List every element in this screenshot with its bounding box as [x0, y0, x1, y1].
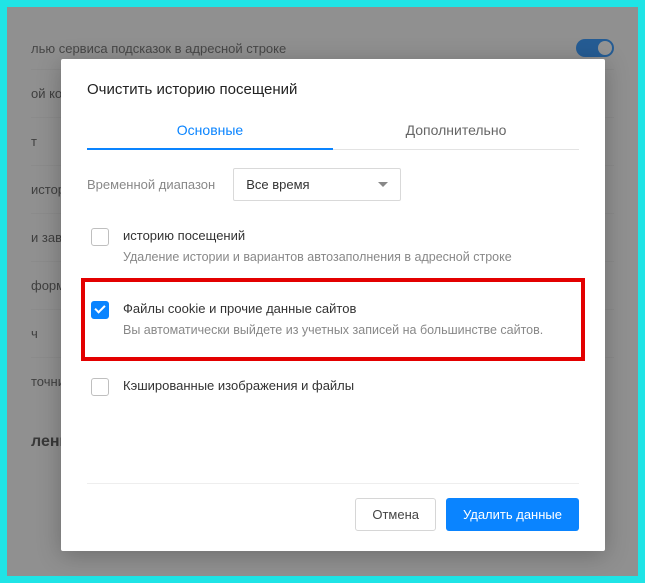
checkbox-history[interactable] [91, 228, 109, 246]
item-history-sub: Удаление истории и вариантов автозаполне… [123, 248, 512, 266]
check-icon [94, 303, 105, 314]
cancel-button[interactable]: Отмена [355, 498, 436, 531]
dialog-actions: Отмена Удалить данные [87, 483, 579, 531]
checkbox-cache[interactable] [91, 378, 109, 396]
clear-item-cookies[interactable]: Файлы cookie и прочие данные сайтов Вы а… [87, 290, 575, 349]
chevron-down-icon [378, 182, 388, 187]
item-history-title: историю посещений [123, 227, 512, 246]
clear-item-cache[interactable]: Кэшированные изображения и файлы [87, 367, 579, 406]
time-range-select[interactable]: Все время [233, 168, 401, 201]
time-range-value: Все время [246, 177, 309, 192]
item-cookies-title: Файлы cookie и прочие данные сайтов [123, 300, 543, 319]
tab-basic[interactable]: Основные [87, 112, 333, 150]
dialog-tabs: Основные Дополнительно [87, 112, 579, 150]
highlighted-cookies-row: Файлы cookie и прочие данные сайтов Вы а… [81, 278, 585, 361]
clear-history-dialog: Очистить историю посещений Основные Допо… [61, 59, 605, 551]
checkbox-cookies[interactable] [91, 301, 109, 319]
dialog-title: Очистить историю посещений [87, 81, 579, 98]
clear-item-history[interactable]: историю посещений Удаление истории и вар… [87, 217, 579, 276]
confirm-button[interactable]: Удалить данные [446, 498, 579, 531]
item-cookies-sub: Вы автоматически выйдете из учетных запи… [123, 321, 543, 339]
time-range-label: Временной диапазон [87, 177, 215, 192]
item-cache-title: Кэшированные изображения и файлы [123, 377, 354, 396]
tab-advanced[interactable]: Дополнительно [333, 112, 579, 150]
